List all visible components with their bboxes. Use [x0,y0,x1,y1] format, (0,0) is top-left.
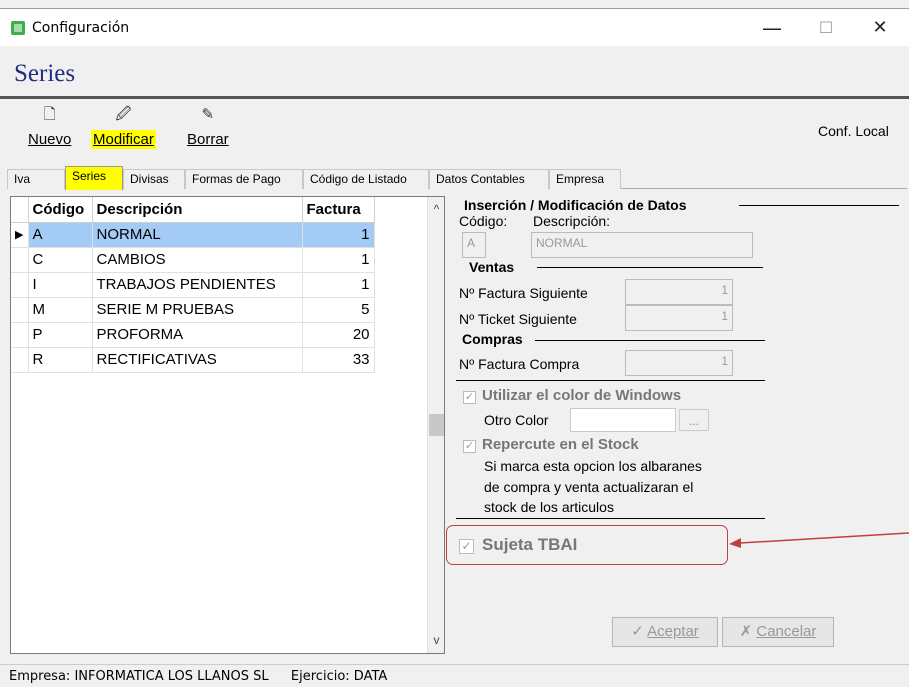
annotation-arrow [729,532,909,548]
cancelar-label: Cancelar [756,623,817,640]
status-empresa: Empresa: INFORMATICA LOS LLANOS SL [9,669,269,684]
tab-series[interactable]: Series [65,166,123,190]
check-icon: ✓ [631,623,644,640]
cancel-x-icon: ✗ [739,623,753,640]
status-ejercicio: Ejercicio: DATA [290,669,388,684]
cancelar-button[interactable]: ✗ Cancelar [722,617,834,647]
status-bar: Empresa: INFORMATICA LOS LLANOS SL Ejerc… [0,664,909,687]
aceptar-button[interactable]: ✓ Aceptar [612,617,718,647]
aceptar-label: Aceptar [647,623,699,640]
